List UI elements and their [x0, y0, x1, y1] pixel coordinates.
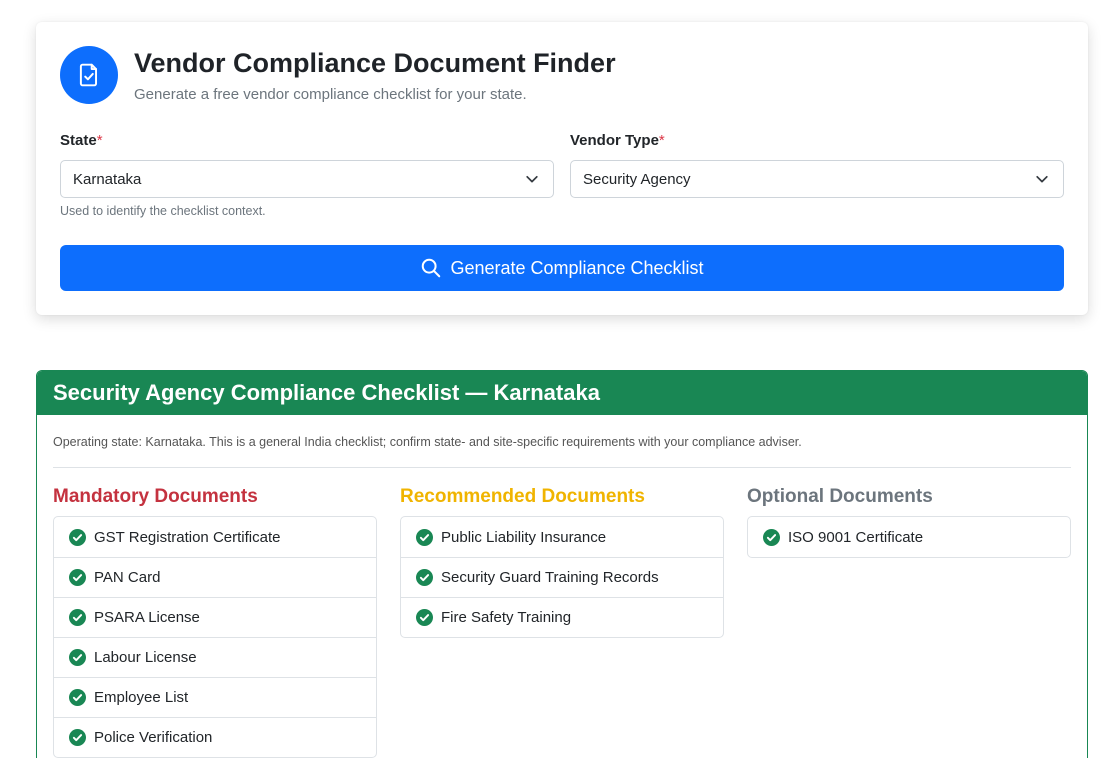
list-item-label: ISO 9001 Certificate [788, 528, 924, 546]
list-item-label: PSARA License [94, 609, 200, 626]
mandatory-documents-column: Mandatory Documents GST Registration Cer… [53, 485, 377, 758]
checklist-title: Security Agency Compliance Checklist — K… [37, 371, 1087, 415]
list-item-label: Fire Safety Training [441, 609, 572, 626]
check-circle-icon [416, 528, 433, 546]
vendor-type-label: Vendor Type* [570, 132, 665, 149]
list-item-label: Employee List [94, 689, 189, 706]
list-item: Public Liability Insurance [401, 517, 723, 557]
generate-checklist-button-label: Generate Compliance Checklist [450, 257, 704, 278]
list-item-label: Security Guard Training Records [441, 569, 659, 586]
check-circle-icon [416, 609, 433, 626]
check-circle-icon [69, 649, 86, 666]
mandatory-documents-heading: Mandatory Documents [53, 486, 258, 507]
divider [53, 467, 1071, 468]
state-select[interactable]: Karnataka [60, 160, 554, 198]
list-item: PSARA License [54, 597, 376, 637]
recommended-documents-column: Recommended Documents Public Liability I… [400, 485, 724, 638]
optional-documents-column: Optional Documents ISO 9001 Certificate [747, 485, 1071, 558]
vendor-type-label-text: Vendor Type [570, 132, 659, 149]
page-title: Vendor Compliance Document Finder [134, 48, 616, 78]
check-circle-icon [69, 528, 86, 546]
vendor-type-select-value: Security Agency [583, 170, 691, 188]
list-item-label: Public Liability Insurance [441, 528, 607, 546]
check-circle-icon [69, 689, 86, 706]
check-circle-icon [416, 569, 433, 586]
list-item: Fire Safety Training [401, 597, 723, 637]
optional-documents-list: ISO 9001 Certificate [747, 516, 1071, 558]
list-item: PAN Card [54, 557, 376, 597]
mandatory-documents-list: GST Registration Certificate PAN Card PSAR… [53, 516, 377, 758]
check-circle-icon [763, 528, 780, 546]
generate-checklist-button[interactable]: Generate Compliance Checklist [60, 245, 1064, 291]
optional-documents-heading: Optional Documents [747, 486, 933, 507]
vendor-type-select[interactable]: Security Agency [570, 160, 1064, 198]
search-icon [422, 258, 441, 278]
checklist-context-note: Operating state: Karnataka. This is a ge… [53, 435, 802, 449]
state-select-value: Karnataka [73, 170, 142, 188]
chevron-down-icon [526, 175, 538, 183]
recommended-documents-list: Public Liability Insurance Security Guard… [400, 516, 724, 638]
required-mark: * [658, 132, 665, 149]
compliance-finder-card: Vendor Compliance Document Finder Genera… [36, 22, 1088, 315]
list-item-label: PAN Card [94, 569, 161, 586]
check-circle-icon [69, 609, 86, 626]
page-subtitle: Generate a free vendor compliance checkl… [134, 86, 527, 103]
list-item: Employee List [54, 677, 376, 717]
state-label: State* [60, 132, 103, 149]
state-label-text: State [60, 132, 97, 149]
state-help-text: Used to identify the checklist context. [60, 204, 266, 218]
list-item-label: GST Registration Certificate [94, 528, 281, 546]
list-item: Police Verification [54, 717, 376, 757]
list-item: ISO 9001 Certificate [748, 517, 1070, 557]
file-check-icon [60, 46, 118, 104]
check-circle-icon [69, 569, 86, 586]
list-item: Security Guard Training Records [401, 557, 723, 597]
list-item-label: Police Verification [94, 729, 213, 746]
list-item: Labour License [54, 637, 376, 677]
list-item: GST Registration Certificate [54, 517, 376, 557]
chevron-down-icon [1036, 175, 1048, 183]
required-mark: * [96, 132, 103, 149]
list-item-label: Labour License [94, 649, 197, 666]
checklist-result-card: Security Agency Compliance Checklist — K… [36, 370, 1088, 758]
check-circle-icon [69, 729, 86, 746]
recommended-documents-heading: Recommended Documents [400, 486, 645, 507]
